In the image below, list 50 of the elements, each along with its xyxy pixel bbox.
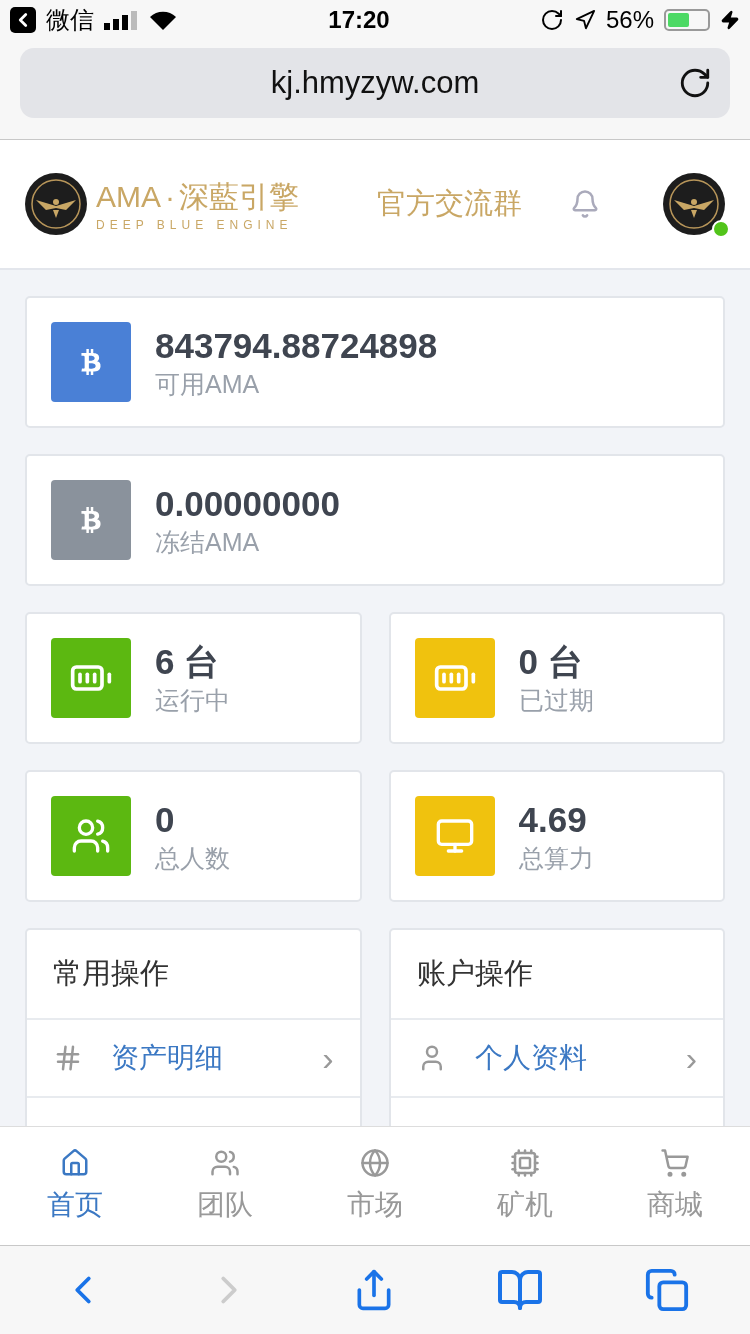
stat-label: 可用AMA bbox=[155, 368, 261, 400]
battery-percent: 56% bbox=[605, 6, 654, 34]
brand-subtitle: DEEP BLUE ENGINE bbox=[96, 217, 294, 232]
users-icon bbox=[210, 1148, 240, 1178]
stat-label: 总人数 bbox=[155, 842, 230, 874]
wifi-icon bbox=[148, 9, 178, 31]
stat-value: 0.00000000 bbox=[155, 482, 340, 525]
avatar bbox=[662, 172, 726, 236]
back-icon[interactable] bbox=[10, 7, 36, 33]
reload-icon[interactable] bbox=[678, 66, 712, 100]
brand-name: AMA bbox=[96, 180, 161, 214]
users-icon bbox=[71, 816, 111, 856]
menu-row[interactable]: 个人资料 › bbox=[390, 1020, 723, 1098]
globe-icon bbox=[360, 1148, 390, 1178]
home-icon bbox=[60, 1148, 90, 1178]
back-app-label[interactable]: 微信 bbox=[46, 4, 94, 36]
clock: 17:20 bbox=[328, 6, 390, 34]
chip-icon bbox=[510, 1148, 540, 1178]
cart-icon bbox=[660, 1148, 690, 1178]
group-link[interactable]: 官方交流群 bbox=[377, 184, 522, 224]
brand-dot: · bbox=[165, 180, 175, 214]
tab[interactable]: 首页 bbox=[0, 1127, 150, 1245]
brand-chinese-name: 深藍引擎 bbox=[179, 178, 299, 215]
tabs-icon bbox=[644, 1267, 690, 1313]
panel-title: 常用操作 bbox=[27, 930, 360, 1020]
menu-row[interactable]: 资产明细 › bbox=[27, 1020, 360, 1098]
stat-label: 冻结AMA bbox=[155, 526, 261, 558]
panel-title: 账户操作 bbox=[390, 930, 723, 1020]
location-icon bbox=[573, 9, 596, 31]
stat-label: 已过期 bbox=[518, 684, 594, 716]
monitor-icon bbox=[434, 816, 475, 856]
stat-value: 4.69 bbox=[518, 798, 588, 841]
chevron: › bbox=[685, 1038, 697, 1078]
tab[interactable]: 矿机 bbox=[450, 1127, 600, 1245]
signal-icon bbox=[104, 10, 138, 30]
logo-emblem bbox=[24, 172, 88, 236]
bell-icon[interactable] bbox=[570, 189, 600, 219]
stat-value: 6 台 bbox=[155, 640, 221, 683]
stat-value: 0 bbox=[155, 798, 176, 841]
chevron: › bbox=[322, 1038, 334, 1078]
tab[interactable]: 市场 bbox=[300, 1127, 450, 1245]
stat-value: 0 台 bbox=[518, 640, 584, 683]
tabs-button[interactable] bbox=[644, 1267, 690, 1313]
tab[interactable]: 团队 bbox=[150, 1127, 300, 1245]
address-bar[interactable]: kj.hmyzyw.com bbox=[20, 48, 730, 118]
battery-icon bbox=[664, 9, 710, 31]
tab[interactable]: 商城 bbox=[600, 1127, 750, 1245]
stat-label: 总算力 bbox=[518, 842, 594, 874]
stat-label: 运行中 bbox=[155, 684, 230, 716]
stat-value: 843794.88724898 bbox=[155, 324, 438, 367]
